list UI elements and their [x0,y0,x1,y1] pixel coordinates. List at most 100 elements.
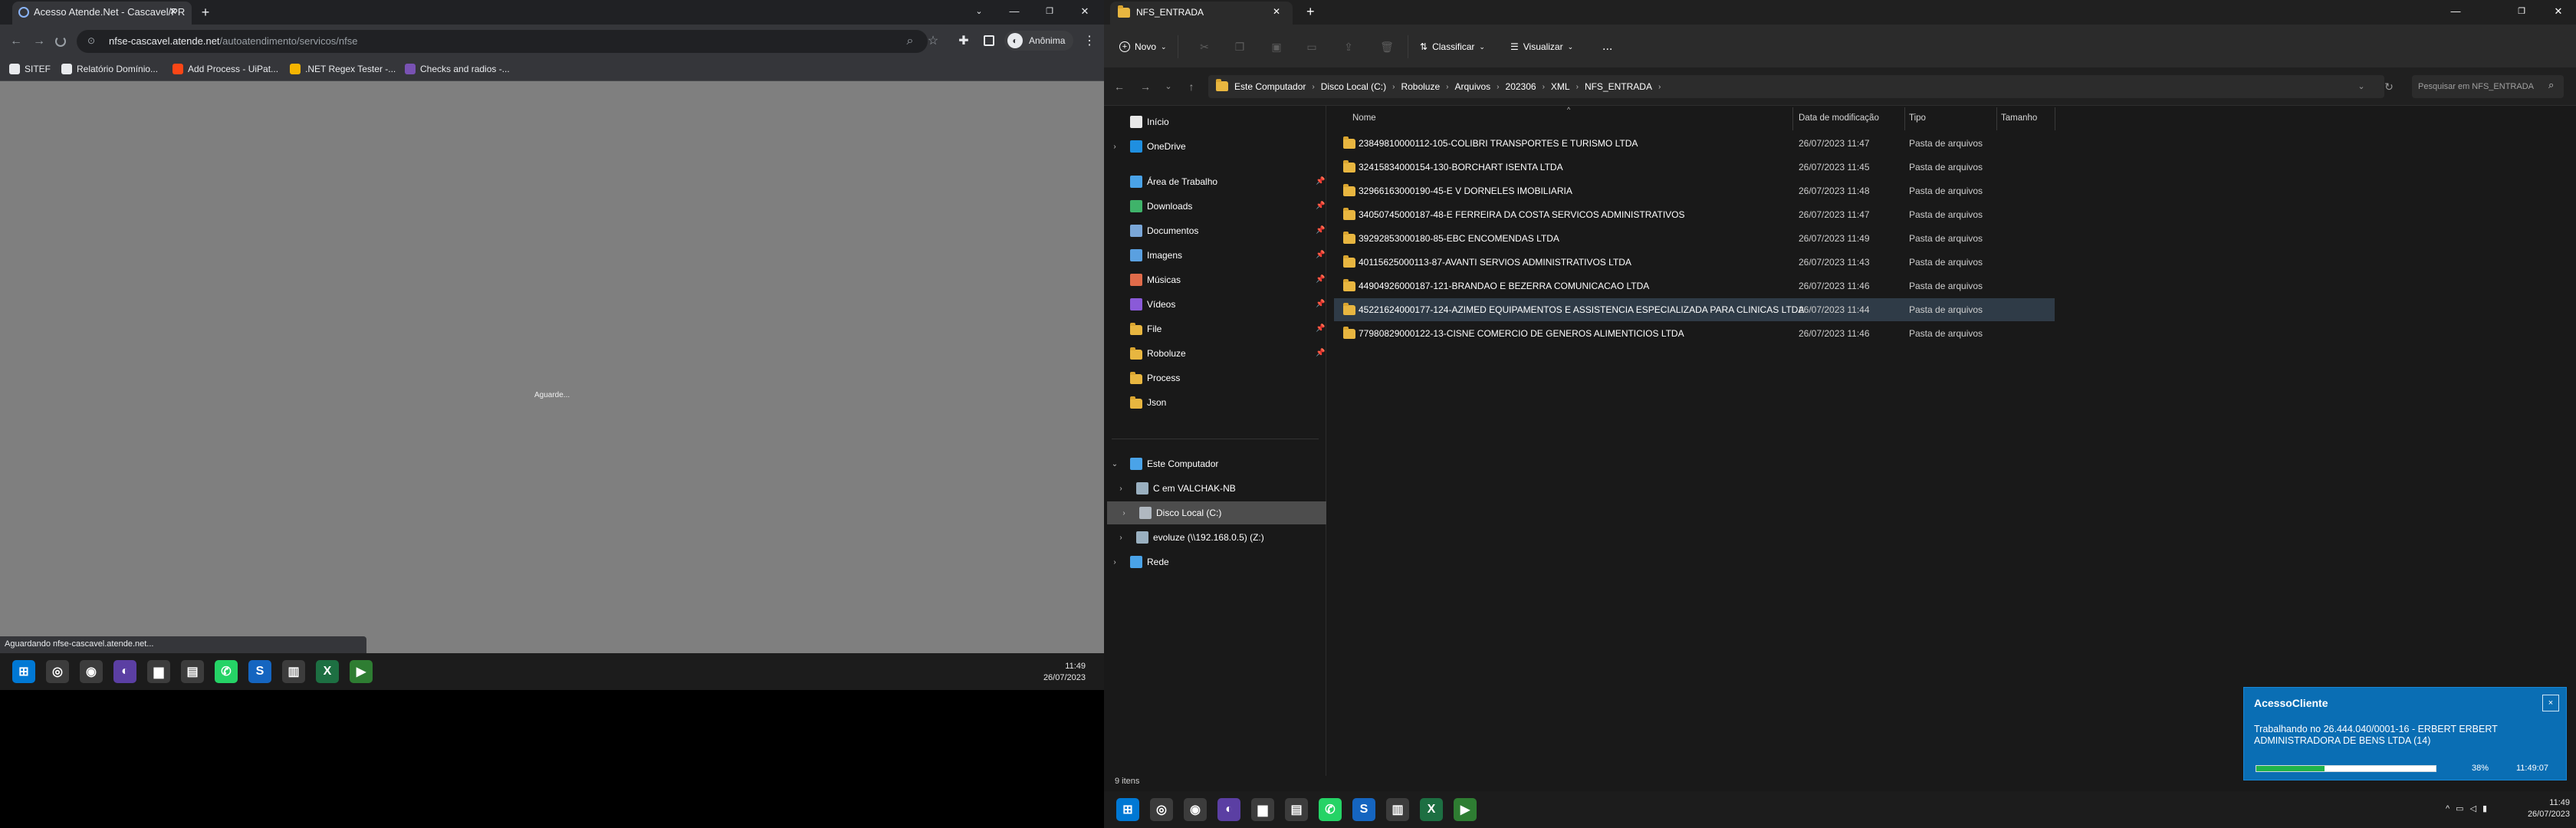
copy-icon[interactable]: ❐ [1233,40,1247,54]
bookmark-item[interactable]: Add Process - UiPat... [172,61,278,77]
nav-item[interactable]: Roboluze 📌 [1104,342,1326,365]
taskbar-document-icon[interactable]: ▥ [1386,798,1409,821]
extensions-icon[interactable]: ✚ [955,33,972,50]
tree-item[interactable]: › Rede [1104,550,1326,573]
column-divider[interactable] [1792,107,1793,130]
taskbar-terminal-icon[interactable]: ▶ [350,660,373,683]
forward-button[interactable]: → [31,33,48,50]
nav-item[interactable]: Imagens 📌 [1104,244,1326,267]
table-row[interactable]: 34050745000187-48-E FERREIRA DA COSTA SE… [1334,203,2055,226]
taskbar-start-icon[interactable]: ⊞ [12,660,35,683]
right-taskbar-clock[interactable]: 11:49 26/07/2023 [2496,797,2570,820]
nav-item[interactable]: Área de Trabalho 📌 [1104,170,1326,193]
refresh-icon[interactable]: ↻ [2381,79,2397,94]
chevron-right-icon[interactable]: › [1543,83,1545,91]
close-tab-icon[interactable]: ✕ [1273,6,1280,17]
stop-loading-icon[interactable] [55,36,66,47]
chevron-right-icon[interactable]: › [1110,143,1119,151]
close-window-button[interactable]: ✕ [2541,0,2576,23]
back-button[interactable]: ← [1112,79,1127,94]
table-row[interactable]: 45221624000177-124-AZIMED EQUIPAMENTOS E… [1334,298,2055,321]
column-divider[interactable] [1996,107,1997,130]
column-header-size[interactable]: Tamanho [2001,113,2037,123]
url-text[interactable]: nfse-cascavel.atende.net/autoatendimento… [109,35,357,47]
nav-item[interactable]: Downloads 📌 [1104,195,1326,218]
nav-item[interactable]: Vídeos 📌 [1104,293,1326,316]
cut-icon[interactable]: ✂ [1198,40,1211,54]
nav-item[interactable]: Músicas 📌 [1104,268,1326,291]
taskbar-github-icon[interactable]: ◐ [113,660,136,683]
taskbar-chrome-icon[interactable]: ◉ [80,660,103,683]
minimize-button[interactable]: — [997,0,1032,23]
minimize-button[interactable]: — [2438,0,2473,23]
taskbar-notepad-icon[interactable]: ▤ [181,660,204,683]
battery-icon[interactable]: ▮ [2482,804,2493,813]
restore-button[interactable]: ❐ [1032,0,1067,23]
sort-button[interactable]: ⇅ Classificar ⌄ [1420,39,1485,54]
tab-search-icon[interactable]: ⌄ [961,0,997,23]
toast-close-button[interactable]: × [2542,695,2559,711]
breadcrumb-item[interactable]: NFS_ENTRADA [1585,81,1652,92]
taskbar-chrome-os-icon[interactable]: ◎ [1150,798,1173,821]
view-button[interactable]: ☰ Visualizar ⌄ [1510,39,1573,54]
volume-icon[interactable]: ◁ [2470,804,2482,813]
taskbar-chrome-os-icon[interactable]: ◎ [46,660,69,683]
more-options-button[interactable]: ... [1602,39,1612,54]
new-button[interactable]: + Novo ⌄ [1119,39,1167,54]
chevron-right-icon[interactable]: › [1497,83,1499,91]
column-header-date[interactable]: Data de modificação [1799,113,1879,123]
taskbar-excel-icon[interactable]: X [1420,798,1443,821]
paste-icon[interactable]: ▣ [1270,40,1283,54]
taskbar-whatsapp-icon[interactable]: ✆ [215,660,238,683]
close-window-button[interactable]: ✕ [1067,0,1102,23]
forward-button[interactable]: → [1138,79,1153,94]
table-row[interactable]: 44904926000187-121-BRANDAO E BEZERRA COM… [1334,274,2055,297]
breadcrumb-item[interactable]: 202306 [1506,81,1536,92]
column-header-type[interactable]: Tipo [1909,113,1926,123]
back-button[interactable]: ← [8,33,25,50]
share-icon[interactable]: ⇪ [1342,40,1355,54]
chevron-right-icon[interactable]: › [1312,83,1314,91]
taskbar-document-icon[interactable]: ▥ [282,660,305,683]
chevron-right-icon[interactable]: › [1119,509,1129,518]
taskbar-file-explorer-icon[interactable]: ▆ [147,660,170,683]
chevron-up-icon[interactable]: ^ [2446,804,2456,813]
nav-item[interactable]: Documentos 📌 [1104,219,1326,242]
breadcrumb-item[interactable]: Arquivos [1454,81,1490,92]
table-row[interactable]: 77980829000122-13-CISNE COMERCIO DE GENE… [1334,322,2055,345]
nav-item[interactable]: Início [1104,110,1326,133]
column-header-name[interactable]: Nome [1352,113,1376,123]
menu-icon[interactable]: ⋮ [1081,33,1098,50]
chevron-right-icon[interactable]: › [1576,83,1579,91]
breadcrumb-item[interactable]: Este Computador [1234,81,1306,92]
chevron-down-icon[interactable]: ⌄ [1110,460,1119,468]
breadcrumb-item[interactable]: Roboluze [1401,81,1440,92]
restore-button[interactable]: ❐ [2504,0,2539,23]
bookmark-item[interactable]: .NET Regex Tester -... [290,61,396,77]
rename-icon[interactable]: ▭ [1305,40,1319,54]
table-row[interactable]: 23849810000112-105-COLIBRI TRANSPORTES E… [1334,132,2055,155]
nav-item[interactable]: File 📌 [1104,317,1326,340]
new-tab-button[interactable]: + [198,5,213,20]
tree-item[interactable]: › C em VALCHAK-NB [1104,477,1326,500]
table-row[interactable]: 39292853000180-85-EBC ENCOMENDAS LTDA 26/… [1334,227,2055,250]
taskbar-whatsapp-icon[interactable]: ✆ [1319,798,1342,821]
breadcrumb-item[interactable]: Disco Local (C:) [1321,81,1386,92]
taskbar-chrome-icon[interactable]: ◉ [1184,798,1207,821]
taskbar-excel-icon[interactable]: X [316,660,339,683]
chevron-right-icon[interactable]: › [1116,485,1125,493]
side-panel-icon[interactable] [984,35,994,46]
search-input[interactable] [2418,80,2548,94]
nav-item[interactable]: › OneDrive [1104,135,1326,158]
new-tab-button[interactable]: + [1306,4,1315,20]
left-taskbar-clock[interactable]: 11:49 26/07/2023 [1012,661,1086,684]
breadcrumb-item[interactable]: XML [1551,81,1570,92]
bookmark-item[interactable]: Relatório Domínio... [61,61,158,77]
nav-item[interactable]: Process [1104,366,1326,389]
taskbar-start-icon[interactable]: ⊞ [1116,798,1139,821]
chevron-right-icon[interactable]: › [1110,558,1119,567]
site-info-icon[interactable]: ⊙ [87,35,98,48]
chevron-right-icon[interactable]: › [1392,83,1395,91]
delete-icon[interactable]: 🗑 [1380,40,1394,54]
column-divider[interactable] [1904,107,1905,130]
